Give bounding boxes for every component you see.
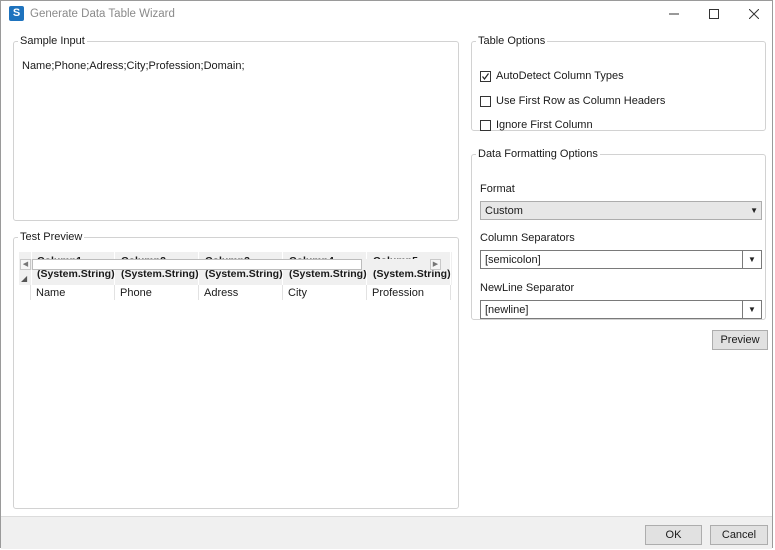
newline-separator-value: [newline] bbox=[485, 304, 529, 316]
table-cell[interactable]: Name bbox=[31, 285, 115, 300]
close-icon bbox=[749, 9, 759, 19]
table-options-legend: Table Options bbox=[478, 35, 546, 47]
checkbox-label: Use First Row as Column Headers bbox=[496, 95, 666, 107]
first-row-headers-option[interactable]: Use First Row as Column Headers bbox=[480, 94, 665, 108]
test-preview-legend: Test Preview bbox=[20, 231, 83, 243]
row-header[interactable] bbox=[19, 285, 31, 300]
autodetect-column-types-option[interactable]: AutoDetect Column Types bbox=[480, 69, 624, 83]
horizontal-scrollbar[interactable]: ◀ ▶ bbox=[20, 259, 441, 270]
maximize-icon bbox=[709, 9, 719, 19]
format-select[interactable]: Custom ▼ bbox=[480, 201, 762, 220]
first-row-headers-checkbox[interactable] bbox=[480, 95, 491, 107]
newline-separator-combo[interactable]: [newline] ▼ bbox=[480, 300, 762, 319]
format-select-value: Custom bbox=[485, 205, 523, 217]
table-cell[interactable]: Phone bbox=[115, 285, 199, 300]
column-separators-label: Column Separators bbox=[480, 232, 575, 244]
format-label: Format bbox=[480, 183, 515, 195]
sample-input-group: Sample Input Name;Phone;Adress;City;Prof… bbox=[13, 35, 459, 221]
window-title: Generate Data Table Wizard bbox=[30, 8, 175, 20]
scrollbar-thumb[interactable] bbox=[32, 259, 362, 270]
scroll-left-icon[interactable]: ◀ bbox=[20, 259, 31, 270]
checkbox-label: Ignore First Column bbox=[496, 119, 593, 131]
checkbox-label: AutoDetect Column Types bbox=[496, 70, 624, 82]
maximize-button[interactable] bbox=[694, 1, 734, 27]
test-preview-group: Test Preview ◢ Column1 (System.String) C… bbox=[13, 231, 459, 509]
scroll-right-icon[interactable]: ▶ bbox=[430, 259, 441, 270]
close-button[interactable] bbox=[734, 1, 774, 27]
title-bar: S Generate Data Table Wizard bbox=[1, 1, 772, 29]
cancel-button[interactable]: Cancel bbox=[710, 525, 768, 545]
data-formatting-group: Data Formatting Options Format Custom ▼ … bbox=[471, 148, 766, 320]
sample-input-legend: Sample Input bbox=[20, 35, 85, 47]
table-cell[interactable]: Adress bbox=[199, 285, 283, 300]
ok-button[interactable]: OK bbox=[645, 525, 702, 545]
minimize-button[interactable] bbox=[654, 1, 694, 27]
table-cell[interactable]: Profession bbox=[367, 285, 451, 300]
table-row[interactable]: Name Phone Adress City Profession bbox=[19, 285, 452, 300]
ignore-first-column-option[interactable]: Ignore First Column bbox=[480, 118, 593, 132]
chevron-down-icon: ▼ bbox=[750, 206, 758, 215]
select-all-icon: ◢ bbox=[21, 274, 28, 283]
newline-separator-label: NewLine Separator bbox=[480, 282, 575, 294]
minimize-icon bbox=[669, 13, 679, 15]
sample-input-textarea[interactable]: Name;Phone;Adress;City;Profession;Domain… bbox=[22, 60, 245, 72]
chevron-down-icon[interactable]: ▼ bbox=[742, 251, 761, 268]
chevron-down-icon[interactable]: ▼ bbox=[742, 301, 761, 318]
ignore-first-column-checkbox[interactable] bbox=[480, 119, 491, 131]
column-separators-combo[interactable]: [semicolon] ▼ bbox=[480, 250, 762, 269]
checkmark-icon bbox=[482, 72, 489, 80]
table-cell[interactable]: City bbox=[283, 285, 367, 300]
autodetect-checkbox[interactable] bbox=[480, 70, 491, 82]
preview-button[interactable]: Preview bbox=[712, 330, 768, 350]
data-formatting-legend: Data Formatting Options bbox=[478, 148, 598, 160]
wizard-window: S Generate Data Table Wizard Sample Inpu… bbox=[0, 0, 773, 549]
column-separators-value: [semicolon] bbox=[485, 254, 541, 266]
app-icon: S bbox=[9, 6, 24, 21]
table-options-group: Table Options AutoDetect Column Types Us… bbox=[471, 35, 766, 131]
